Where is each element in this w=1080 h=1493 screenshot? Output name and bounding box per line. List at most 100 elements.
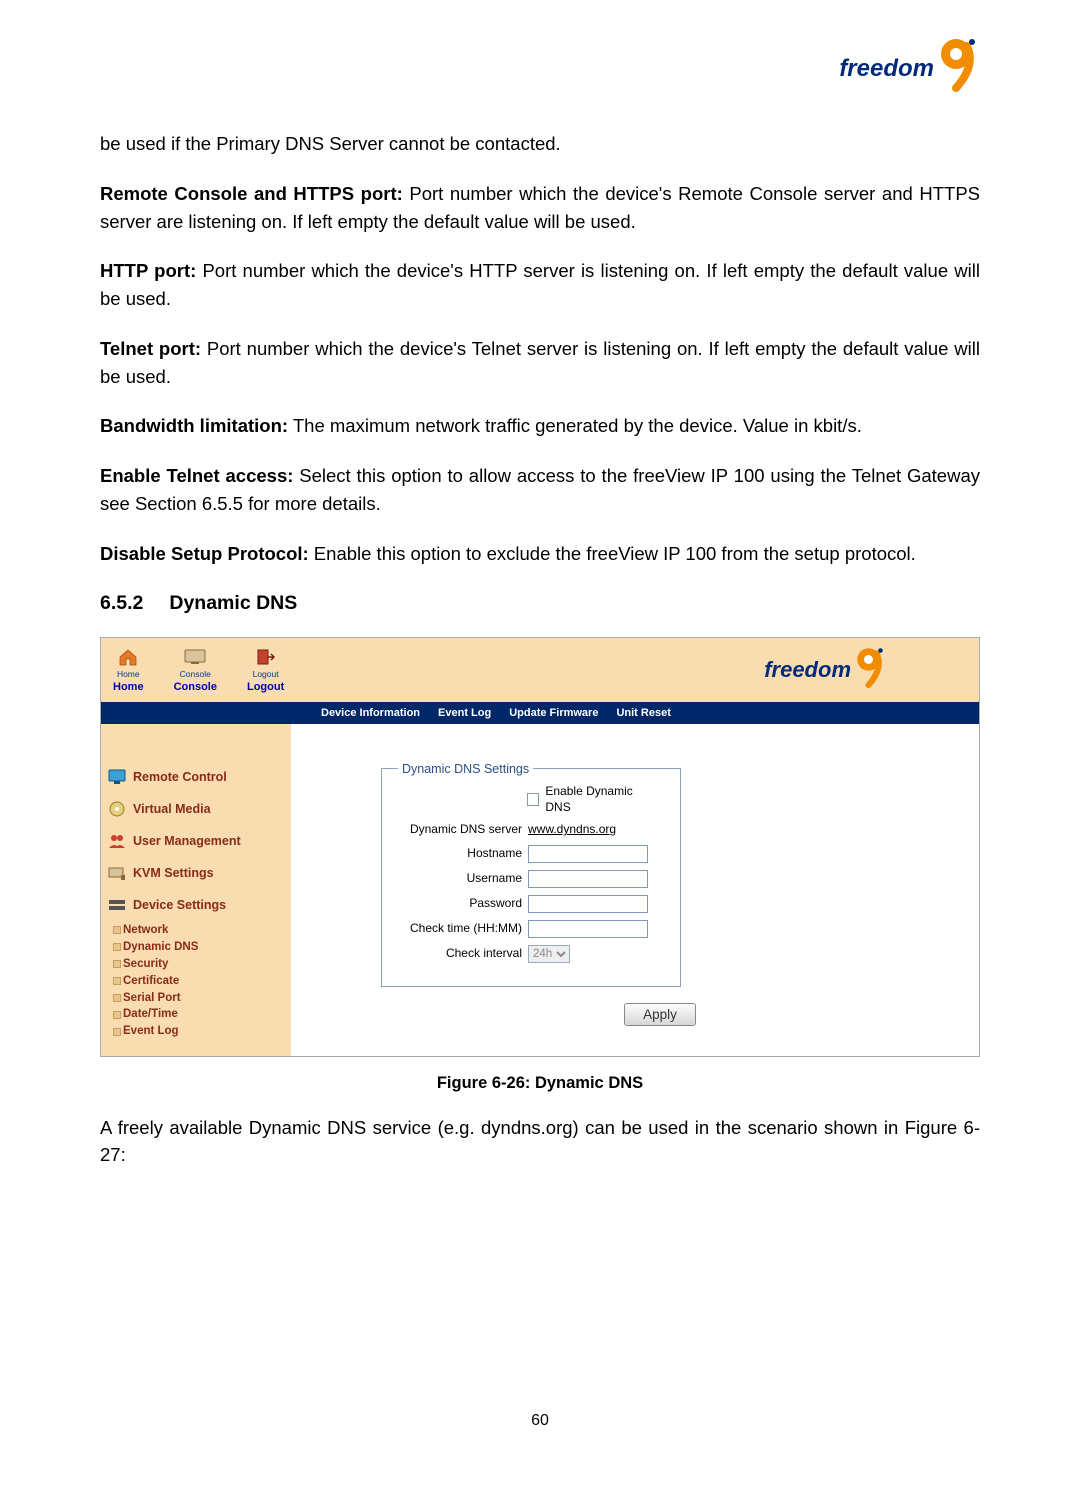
row-username: Username [402, 870, 660, 888]
nav-logout[interactable]: Logout Logout [247, 647, 284, 694]
sidebar-sub-event-log[interactable]: Event Log [111, 1023, 283, 1040]
kvm-icon [107, 864, 127, 882]
hostname-input[interactable] [528, 845, 648, 863]
sidebar-item-label: Device Settings [133, 897, 226, 913]
app-window: Home Home Console Console Logout Logout [100, 637, 980, 1057]
bullet-icon [113, 977, 121, 985]
username-input[interactable] [528, 870, 648, 888]
sidebar-sub-network[interactable]: Network [111, 922, 283, 939]
page-logo-header: freedom [100, 36, 980, 102]
sidebar-item-device-settings[interactable]: Device Settings [107, 896, 283, 914]
logo-text: freedom [839, 51, 934, 87]
label-enable-telnet: Enable Telnet access: [100, 465, 293, 486]
sidebar-item-user-management[interactable]: User Management [107, 832, 283, 850]
check-time-input[interactable] [528, 920, 648, 938]
paragraph-bandwidth: Bandwidth limitation: The maximum networ… [100, 412, 980, 440]
disc-icon [107, 800, 127, 818]
sidebar-subitems: Network Dynamic DNS Security Certificate… [111, 922, 283, 1041]
monitor-icon [107, 768, 127, 786]
check-time-label: Check time (HH:MM) [402, 921, 528, 937]
check-interval-label: Check interval [402, 946, 528, 962]
device-icon [107, 896, 127, 914]
nav-console-tiny: Console [180, 669, 211, 680]
nine-icon [936, 36, 980, 92]
label-http-port: HTTP port: [100, 260, 196, 281]
nav-console[interactable]: Console Console [174, 647, 217, 694]
sidebar-sub-label: Dynamic DNS [123, 940, 198, 955]
password-label: Password [402, 896, 528, 912]
enable-ddns-label: Enable Dynamic DNS [545, 784, 660, 815]
nav-logout-label: Logout [247, 680, 284, 694]
figure-caption: Figure 6-26: Dynamic DNS [100, 1071, 980, 1096]
page-number: 60 [100, 1409, 980, 1433]
sidebar-sub-label: Network [123, 923, 168, 938]
sidebar-item-label: Virtual Media [133, 801, 211, 817]
ddns-server-link[interactable]: www.dyndns.org [528, 822, 616, 838]
app-header: Home Home Console Console Logout Logout [101, 638, 979, 702]
apply-button[interactable]: Apply [624, 1003, 696, 1026]
bullet-icon [113, 1028, 121, 1036]
apply-wrap: Apply [381, 1003, 939, 1026]
section-heading: 6.5.2 Dynamic DNS [100, 589, 980, 618]
paragraph-dns-secondary: be used if the Primary DNS Server cannot… [100, 130, 980, 158]
bullet-icon [113, 960, 121, 968]
label-disable-setup: Disable Setup Protocol: [100, 543, 309, 564]
paragraph-http-port: HTTP port: Port number which the device'… [100, 257, 980, 313]
sidebar-item-virtual-media[interactable]: Virtual Media [107, 800, 283, 818]
label-telnet-port: Telnet port: [100, 338, 201, 359]
paragraph-telnet-port: Telnet port: Port number which the devic… [100, 335, 980, 391]
nav-home-label: Home [113, 680, 144, 694]
nav-home-tiny: Home [117, 669, 140, 680]
nav-console-label: Console [174, 680, 217, 694]
password-input[interactable] [528, 895, 648, 913]
nav-home[interactable]: Home Home [113, 647, 144, 694]
sidebar-item-kvm-settings[interactable]: KVM Settings [107, 864, 283, 882]
app-nine-icon [853, 646, 887, 688]
hostname-label: Hostname [402, 846, 528, 862]
home-icon [117, 647, 139, 667]
bullet-icon [113, 994, 121, 1002]
dynamic-dns-fieldset: Dynamic DNS Settings Enable Dynamic DNS … [381, 768, 681, 987]
sidebar-sub-certificate[interactable]: Certificate [111, 973, 283, 990]
app-body: Remote Control Virtual Media User Manage… [101, 724, 979, 1056]
sidebar-sub-date-time[interactable]: Date/Time [111, 1006, 283, 1023]
enable-ddns-checkbox[interactable] [527, 793, 540, 806]
row-hostname: Hostname [402, 845, 660, 863]
app-logo: freedom [764, 646, 887, 696]
sidebar-sub-label: Security [123, 957, 168, 972]
freedom9-logo: freedom [839, 36, 980, 102]
logout-icon [255, 647, 277, 667]
paragraph-enable-telnet: Enable Telnet access: Select this option… [100, 462, 980, 518]
paragraph-after-figure: A freely available Dynamic DNS service (… [100, 1114, 980, 1170]
tab-event-log[interactable]: Event Log [438, 706, 491, 720]
sidebar-sub-dynamic-dns[interactable]: Dynamic DNS [111, 939, 283, 956]
sidebar-item-label: User Management [133, 833, 241, 849]
label-remote-console: Remote Console and HTTPS port: [100, 183, 403, 204]
users-icon [107, 832, 127, 850]
sidebar-item-label: Remote Control [133, 769, 227, 785]
app-logo-text: freedom [764, 656, 851, 685]
tab-unit-reset[interactable]: Unit Reset [616, 706, 670, 720]
sidebar-item-remote-control[interactable]: Remote Control [107, 768, 283, 786]
console-icon [184, 647, 206, 667]
fieldset-legend: Dynamic DNS Settings [398, 761, 533, 777]
tab-device-information[interactable]: Device Information [321, 706, 420, 720]
check-interval-select[interactable]: 24h [528, 945, 570, 963]
section-number: 6.5.2 [100, 592, 143, 614]
row-enable-ddns: Enable Dynamic DNS [402, 784, 660, 815]
nav-icons: Home Home Console Console Logout Logout [113, 647, 284, 694]
sidebar: Remote Control Virtual Media User Manage… [101, 724, 291, 1056]
section-title: Dynamic DNS [169, 592, 297, 614]
sidebar-sub-serial-port[interactable]: Serial Port [111, 990, 283, 1007]
ddns-server-label: Dynamic DNS server [402, 822, 528, 838]
bullet-icon [113, 1011, 121, 1019]
sidebar-sub-label: Date/Time [123, 1007, 178, 1022]
paragraph-remote-console: Remote Console and HTTPS port: Port numb… [100, 180, 980, 236]
row-check-interval: Check interval 24h [402, 945, 660, 963]
username-label: Username [402, 871, 528, 887]
nav-logout-tiny: Logout [253, 669, 279, 680]
bullet-icon [113, 926, 121, 934]
tab-update-firmware[interactable]: Update Firmware [509, 706, 598, 720]
sidebar-sub-security[interactable]: Security [111, 956, 283, 973]
bullet-icon [113, 943, 121, 951]
